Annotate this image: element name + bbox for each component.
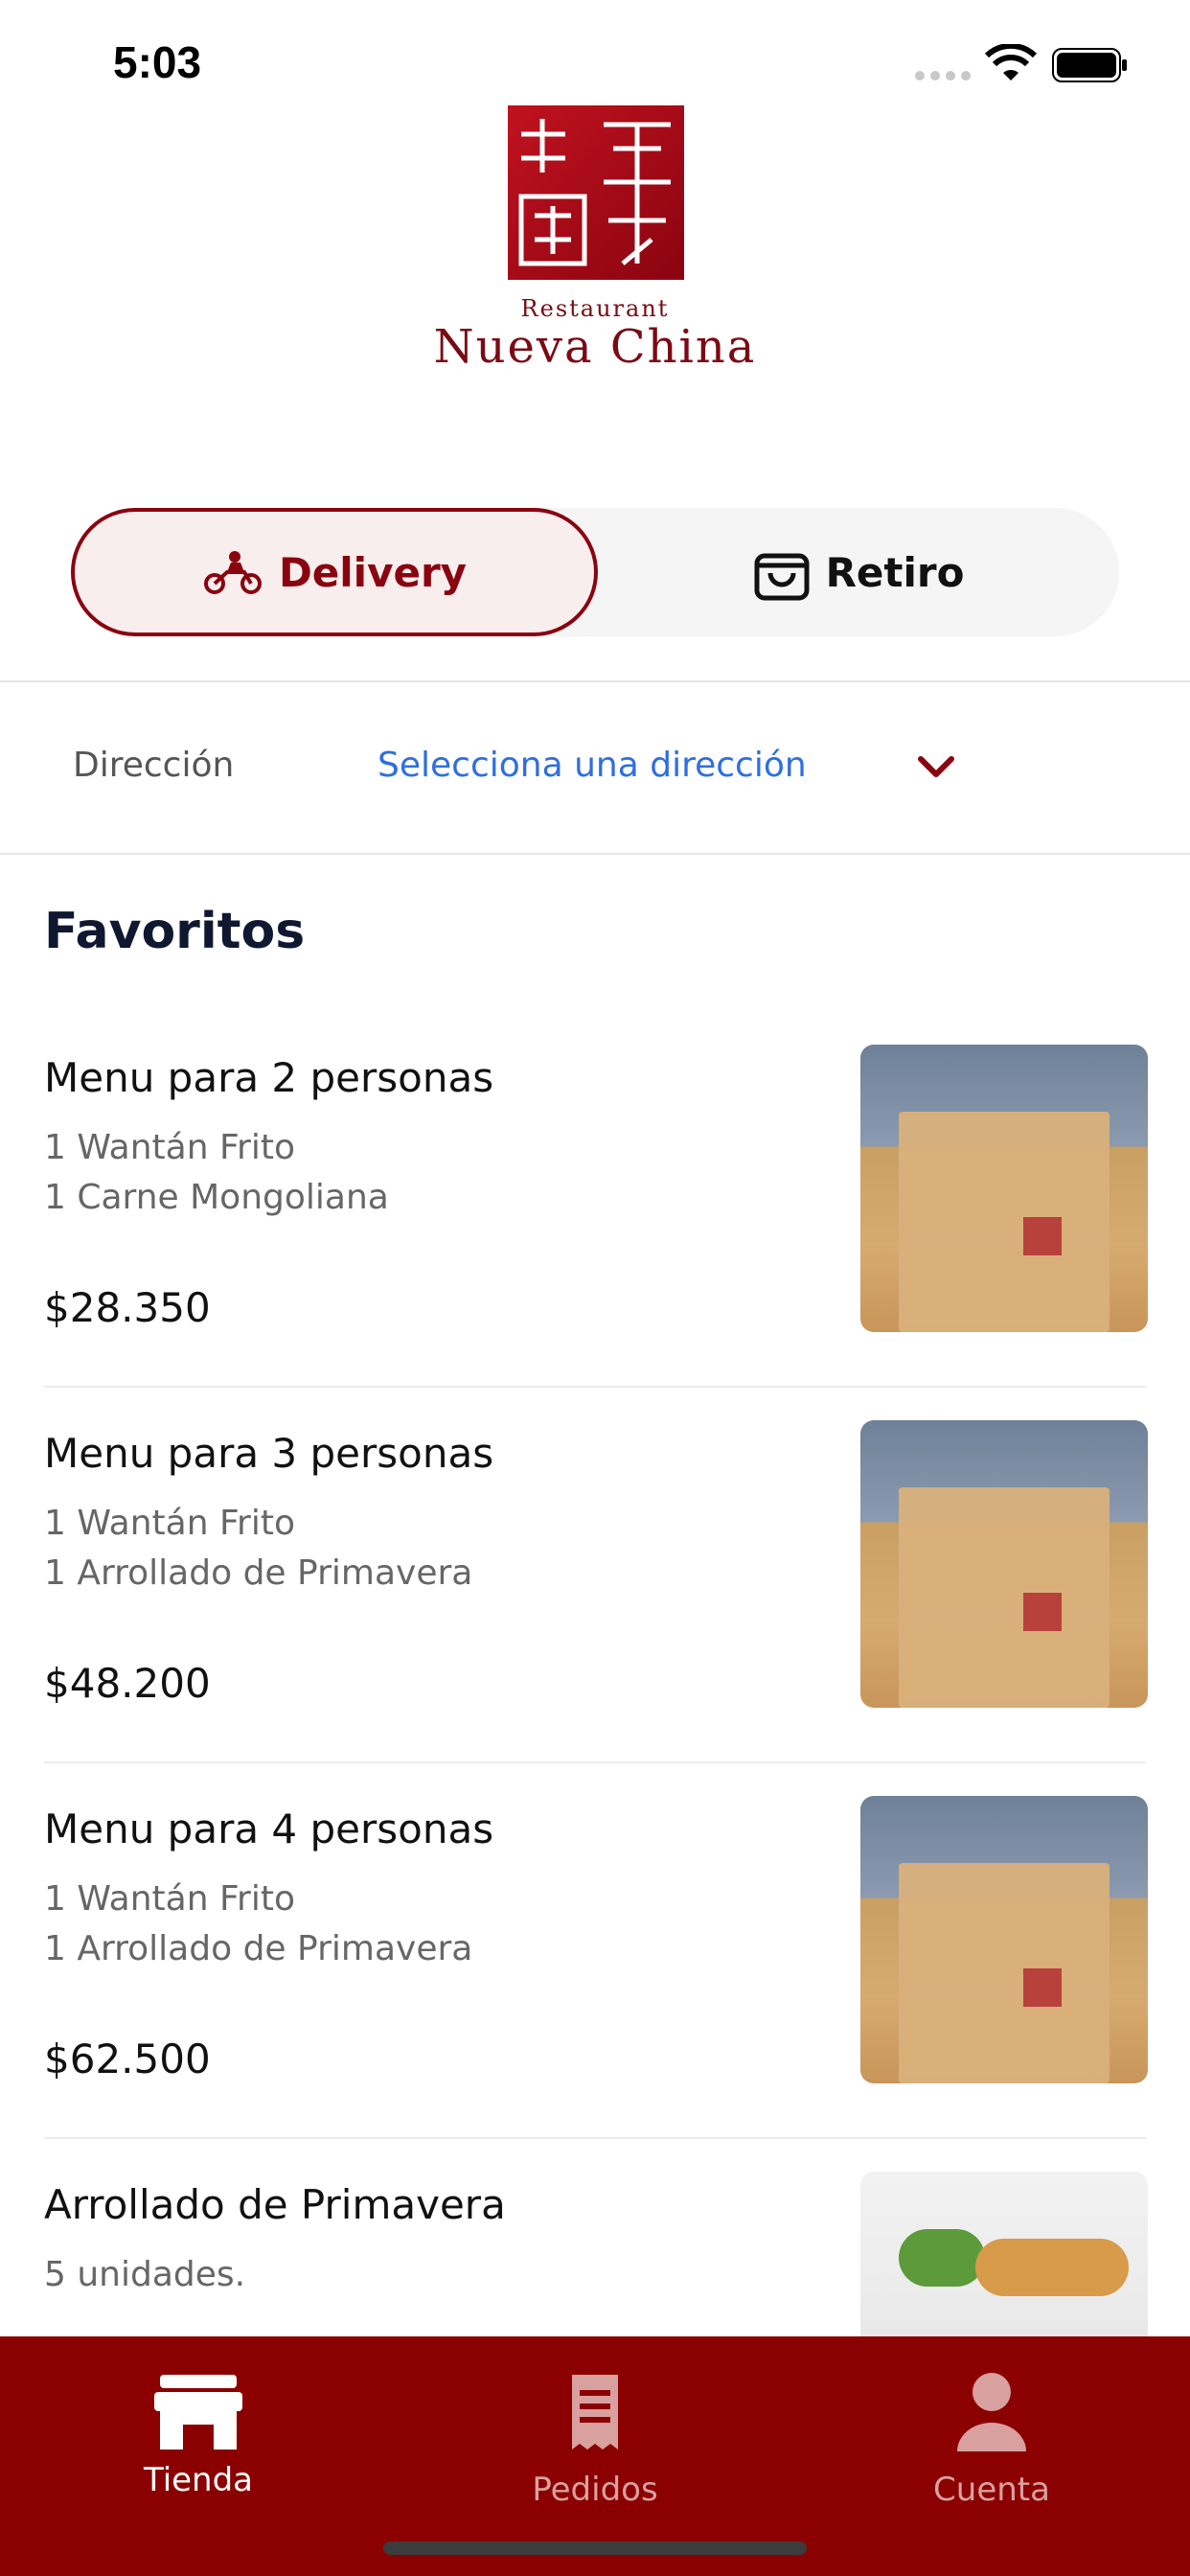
product-desc-line: 5 unidades. — [44, 2255, 246, 2294]
logo-seal — [508, 105, 684, 280]
divider — [0, 680, 1190, 682]
logo-name-text: Nueva China — [433, 320, 757, 374]
tab-label: Tienda — [143, 2461, 254, 2499]
product-desc-line: 1 Wantán Frito — [44, 1128, 295, 1167]
takeout-bag-photo — [860, 1045, 1148, 1332]
product-description: 5 unidades. — [44, 2250, 245, 2300]
product-name: Arrollado de Primavera — [44, 2181, 506, 2228]
signal-icon — [915, 71, 971, 80]
tab-cuenta[interactable]: Cuenta — [793, 2336, 1190, 2576]
product-desc-line: 1 Wantán Frito — [44, 1879, 295, 1919]
divider — [44, 2137, 1146, 2139]
tab-bar: Tienda Pedidos Cuenta — [0, 2336, 1190, 2576]
section-title-favoritos: Favoritos — [44, 903, 306, 960]
chevron-down-icon[interactable] — [915, 751, 957, 782]
order-type-segment: Delivery Retiro — [71, 508, 1119, 636]
wifi-icon — [985, 44, 1037, 80]
product-name: Menu para 2 personas — [44, 1054, 494, 1101]
home-indicator — [383, 2542, 807, 2555]
product-desc-line: 1 Arrollado de Primavera — [44, 1929, 473, 1968]
product-price: $62.500 — [44, 2036, 211, 2082]
status-time: 5:03 — [113, 37, 202, 87]
motorcycle-icon — [203, 551, 262, 594]
tab-tienda[interactable]: Tienda — [0, 2336, 397, 2576]
retiro-label: Retiro — [825, 548, 965, 596]
product-price: $28.350 — [44, 1284, 211, 1331]
battery-icon — [1052, 48, 1127, 82]
divider — [44, 1761, 1146, 1763]
takeout-bag-photo — [860, 1420, 1148, 1708]
product-item[interactable]: Menu para 2 personas 1 Wantán Frito 1 Ca… — [44, 1045, 1148, 1430]
retiro-option-button[interactable]: Retiro — [598, 508, 1119, 636]
divider — [0, 853, 1190, 855]
address-label: Dirección — [73, 746, 235, 785]
delivery-label: Delivery — [278, 548, 468, 596]
delivery-option-button[interactable]: Delivery — [71, 508, 598, 636]
store-icon — [154, 2375, 242, 2450]
takeout-bag-photo — [860, 1796, 1148, 2083]
product-description: 1 Wantán Frito 1 Arrollado de Primavera — [44, 1499, 472, 1598]
product-item[interactable]: Menu para 4 personas 1 Wantán Frito 1 Ar… — [44, 1796, 1148, 2181]
person-icon — [957, 2373, 1026, 2451]
tab-pedidos[interactable]: Pedidos — [397, 2336, 793, 2576]
product-desc-line: 1 Wantán Frito — [44, 1504, 295, 1543]
product-desc-line: 1 Carne Mongoliana — [44, 1178, 389, 1217]
shopping-bag-icon — [754, 553, 810, 601]
tab-label: Cuenta — [933, 2471, 1050, 2509]
product-description: 1 Wantán Frito 1 Arrollado de Primavera — [44, 1874, 472, 1974]
product-name: Menu para 3 personas — [44, 1430, 494, 1477]
divider — [44, 1386, 1146, 1388]
address-select[interactable]: Selecciona una dirección — [378, 746, 807, 785]
product-desc-line: 1 Arrollado de Primavera — [44, 1553, 473, 1593]
tab-label: Pedidos — [532, 2471, 658, 2509]
receipt-icon — [572, 2375, 618, 2450]
product-price: $48.200 — [44, 1660, 211, 1707]
product-item[interactable]: Menu para 3 personas 1 Wantán Frito 1 Ar… — [44, 1420, 1148, 1806]
product-name: Menu para 4 personas — [44, 1806, 494, 1852]
logo-restaurant-text: Restaurant — [520, 295, 670, 322]
restaurant-logo: Restaurant Nueva China — [402, 105, 788, 374]
product-description: 1 Wantán Frito 1 Carne Mongoliana — [44, 1123, 389, 1223]
